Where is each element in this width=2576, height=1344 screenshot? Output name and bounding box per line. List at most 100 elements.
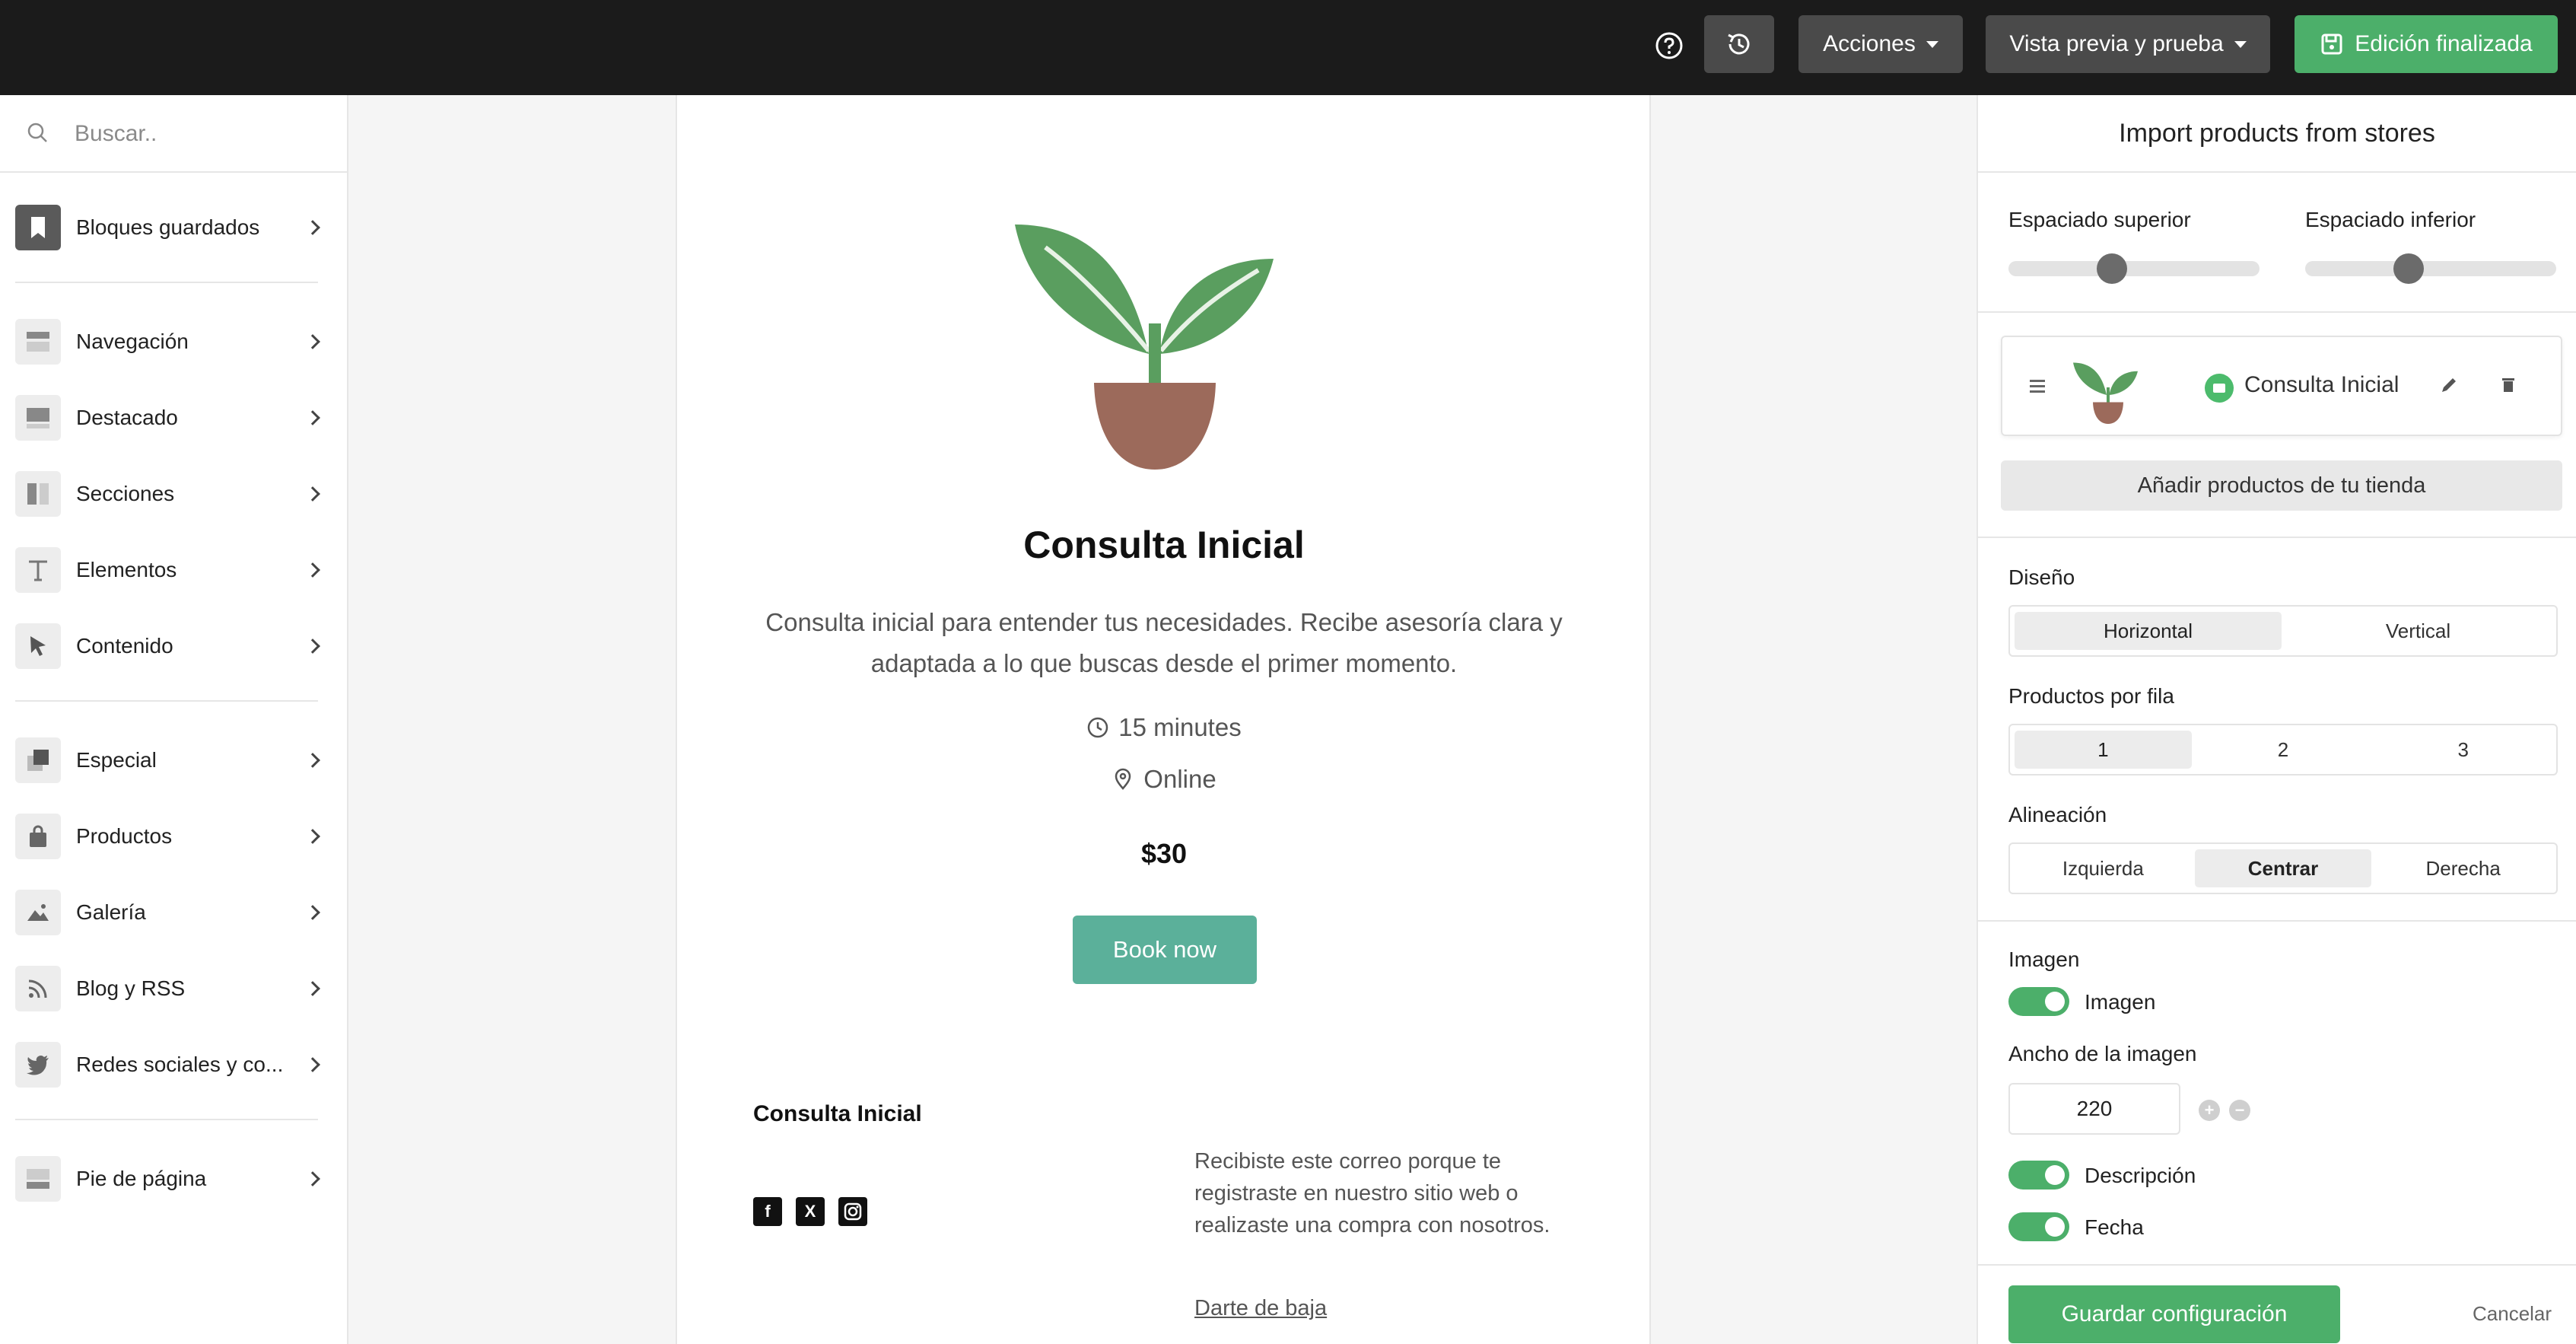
sidebar-item-label: Contenido [76, 634, 173, 658]
design-option-vertical[interactable]: Vertical [2285, 612, 2552, 650]
sidebar-divider [15, 700, 318, 702]
spacing-top-label: Espaciado superior [2008, 208, 2191, 231]
instagram-icon[interactable] [838, 1197, 867, 1226]
cursor-icon [15, 623, 61, 669]
book-now-button[interactable]: Book now [1073, 916, 1257, 984]
search-icon [27, 123, 47, 142]
sidebar-item-label: Pie de página [76, 1167, 207, 1190]
top-toolbar: Acciones Vista previa y prueba Edición f… [0, 0, 2576, 95]
sidebar-item-featured[interactable]: Destacado [15, 394, 326, 441]
save-icon [2321, 33, 2342, 55]
chevron-right-icon [305, 220, 320, 235]
product-title: Consulta Inicial [1023, 524, 1305, 566]
unsubscribe-link[interactable]: Darte de baja [1194, 1296, 1327, 1321]
design-segmented-control: Horizontal Vertical [2008, 605, 2558, 657]
panel-footer: Guardar configuración Cancelar [1978, 1264, 2576, 1344]
sidebar-item-special[interactable]: Especial [15, 737, 326, 784]
sidebar-item-navigation[interactable]: Navegación [15, 318, 326, 365]
preview-dropdown[interactable]: Vista previa y prueba [1986, 15, 2270, 73]
product-thumbnail [2073, 362, 2138, 424]
x-icon[interactable]: X [796, 1197, 825, 1226]
per-row-option-3[interactable]: 3 [2374, 731, 2552, 769]
drag-handle-icon[interactable] [2030, 380, 2045, 396]
product-name: Consulta Inicial [2244, 372, 2399, 397]
sections-icon [15, 471, 61, 517]
duration-text: 15 minutes [1118, 713, 1242, 741]
sidebar-item-label: Especial [76, 748, 157, 772]
chevron-right-icon [305, 981, 320, 996]
panel-title: Import products from stores [1978, 95, 2576, 173]
decrease-width-icon[interactable]: − [2229, 1100, 2250, 1121]
spacing-top-slider[interactable] [2008, 253, 2260, 284]
sidebar-item-label: Productos [76, 824, 173, 848]
preview-label: Vista previa y prueba [2009, 31, 2224, 56]
save-settings-button[interactable]: Guardar configuración [2008, 1285, 2340, 1343]
increase-width-icon[interactable]: + [2199, 1100, 2220, 1121]
sidebar-item-blog-rss[interactable]: Blog y RSS [15, 965, 326, 1012]
email-preview[interactable]: Consulta Inicial Consulta inicial para e… [676, 95, 1651, 1344]
slider-handle[interactable] [2097, 253, 2127, 284]
sidebar-search [0, 95, 347, 173]
spacing-bottom-slider[interactable] [2305, 253, 2556, 284]
plant-pot-image [1015, 225, 1274, 470]
finish-editing-label: Edición finalizada [2355, 31, 2533, 56]
sidebar-item-social[interactable]: Redes sociales y co... [15, 1041, 326, 1088]
date-toggle[interactable] [2008, 1212, 2069, 1241]
sidebar-item-elements[interactable]: Elementos [15, 546, 326, 594]
align-option-right[interactable]: Derecha [2374, 849, 2552, 887]
footer-note: Recibiste este correo porque te registra… [1194, 1149, 1550, 1237]
selected-product-card: Consulta Inicial [2001, 336, 2562, 436]
sidebar-item-saved-blocks[interactable]: Bloques guardados [15, 204, 326, 251]
sidebar-item-label: Navegación [76, 330, 189, 353]
text-icon [15, 547, 61, 593]
design-label: Diseño [2008, 565, 2075, 589]
align-option-center[interactable]: Centrar [2194, 849, 2372, 887]
help-button[interactable] [1649, 26, 1689, 65]
sidebar-item-content[interactable]: Contenido [15, 623, 326, 670]
finish-editing-button[interactable]: Edición finalizada [2295, 15, 2558, 73]
per-row-option-1[interactable]: 1 [2015, 731, 2192, 769]
sidebar-item-products[interactable]: Productos [15, 813, 326, 860]
per-row-label: Productos por fila [2008, 684, 2174, 708]
help-icon [1655, 32, 1683, 59]
per-row-option-2[interactable]: 2 [2195, 731, 2372, 769]
bookmark-icon [15, 205, 61, 250]
history-button[interactable] [1704, 15, 1774, 73]
sidebar-item-label: Blog y RSS [76, 976, 186, 1000]
chevron-right-icon [305, 486, 320, 502]
image-width-label: Ancho de la imagen [2008, 1042, 2197, 1065]
caret-down-icon [1926, 40, 1938, 48]
align-option-left[interactable]: Izquierda [2015, 849, 2192, 887]
sidebar-divider [15, 1119, 318, 1120]
facebook-icon[interactable]: f [753, 1197, 782, 1226]
bag-icon [15, 814, 61, 859]
sidebar-item-label: Bloques guardados [76, 215, 260, 239]
sidebar-item-footer[interactable]: Pie de página [15, 1155, 326, 1202]
product-price: $30 [1140, 838, 1188, 869]
clock-icon [1088, 717, 1108, 738]
description-toggle[interactable] [2008, 1161, 2069, 1190]
cancel-button[interactable]: Cancelar [2473, 1302, 2552, 1326]
special-icon [15, 737, 61, 783]
block-library-sidebar: Bloques guardados Navegación Destacado S… [0, 95, 348, 1344]
image-width-input[interactable] [2008, 1083, 2180, 1135]
location-text: Online [1143, 765, 1216, 793]
product-description: Consulta inicial para entender tus neces… [765, 608, 1563, 677]
alignment-label: Alineación [2008, 803, 2107, 826]
slider-handle[interactable] [2393, 253, 2424, 284]
trash-icon[interactable] [2497, 374, 2520, 397]
footer-title: Consulta Inicial [753, 1101, 922, 1126]
sidebar-item-sections[interactable]: Secciones [15, 470, 326, 518]
history-icon [1728, 33, 1750, 55]
add-products-button[interactable]: Añadir productos de tu tienda [2001, 460, 2562, 511]
edit-icon[interactable] [2438, 374, 2460, 397]
search-input[interactable] [75, 115, 333, 153]
alignment-segmented-control: Izquierda Centrar Derecha [2008, 842, 2558, 894]
image-icon [15, 890, 61, 935]
chevron-right-icon [305, 639, 320, 654]
design-option-horizontal[interactable]: Horizontal [2015, 612, 2282, 650]
sidebar-item-gallery[interactable]: Galería [15, 889, 326, 936]
image-toggle[interactable] [2008, 987, 2069, 1016]
actions-dropdown[interactable]: Acciones [1798, 15, 1963, 73]
location-pin-icon [1115, 768, 1131, 790]
